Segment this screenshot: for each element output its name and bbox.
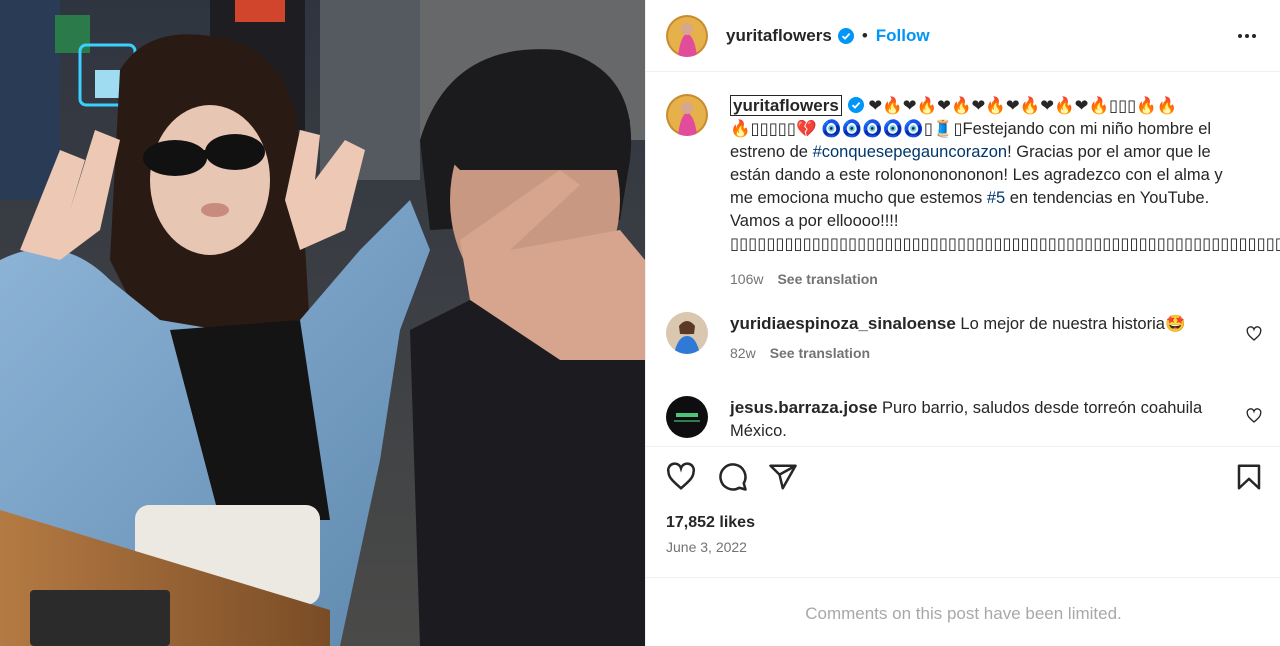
comments-scroll-area[interactable]: yuritaflowers ❤🔥❤🔥❤🔥❤🔥❤🔥❤🔥❤🔥▯▯▯🔥🔥 🔥▯▯▯▯▯…	[646, 72, 1280, 446]
verified-badge-icon	[837, 27, 854, 44]
comment-item: yuridiaespinoza_sinaloense Lo mejor de n…	[666, 312, 1266, 365]
caption-username[interactable]: yuritaflowers	[730, 95, 842, 116]
more-options-icon[interactable]	[1235, 24, 1259, 48]
caption-author-avatar[interactable]	[666, 94, 708, 136]
caption-emoji-line2b: 🧿🧿🧿🧿🧿▯🧵▯	[821, 120, 963, 138]
verified-badge-icon	[847, 97, 864, 113]
post-image	[0, 0, 645, 646]
comment-emoji: 🤩	[1164, 315, 1186, 333]
see-translation-link[interactable]: See translation	[777, 271, 877, 287]
separator-dot: •	[861, 25, 868, 45]
caption-emoji-line1: ❤🔥❤🔥❤🔥❤🔥❤🔥❤🔥❤🔥▯▯▯🔥🔥	[868, 97, 1178, 115]
commenter-avatar[interactable]	[666, 312, 708, 354]
commenter-avatar[interactable]	[666, 396, 708, 438]
author-avatar[interactable]	[666, 14, 708, 57]
post-date: June 3, 2022	[666, 539, 747, 555]
comment-meta: 82w See translation	[730, 342, 1230, 365]
comment-icon[interactable]	[718, 462, 748, 492]
comment-like-heart-icon[interactable]	[1246, 408, 1262, 424]
commenter-username[interactable]: jesus.barraza.jose	[730, 398, 877, 417]
comment-age: 82w	[730, 345, 756, 361]
post-photo[interactable]	[0, 0, 645, 646]
comment-item: jesus.barraza.jose Puro barrio, saludos …	[666, 396, 1266, 443]
caption-text: yuritaflowers ❤🔥❤🔥❤🔥❤🔥❤🔥❤🔥❤🔥▯▯▯🔥🔥 🔥▯▯▯▯▯…	[730, 94, 1280, 291]
commenter-username[interactable]: yuridiaespinoza_sinaloense	[730, 314, 956, 333]
comment-text: Lo mejor de nuestra historia	[955, 315, 1165, 333]
post-header: yuritaflowers • Follow	[646, 0, 1280, 72]
caption-emoji-line2a: 🔥▯▯▯▯▯💔	[730, 120, 817, 138]
post-caption: yuritaflowers ❤🔥❤🔥❤🔥❤🔥❤🔥❤🔥❤🔥▯▯▯🔥🔥 🔥▯▯▯▯▯…	[666, 94, 1280, 291]
caption-meta: 106w See translation	[730, 268, 1250, 291]
comment-body: yuridiaespinoza_sinaloense Lo mejor de n…	[730, 312, 1230, 365]
post-panel: yuritaflowers • Follow yuritaflowers ❤🔥❤	[645, 0, 1280, 646]
comment-body: jesus.barraza.jose Puro barrio, saludos …	[730, 396, 1230, 443]
follow-button[interactable]: Follow	[876, 26, 930, 46]
bookmark-icon[interactable]	[1234, 462, 1264, 492]
share-icon[interactable]	[768, 462, 798, 492]
author-username[interactable]: yuritaflowers	[726, 26, 832, 46]
see-translation-link[interactable]: See translation	[770, 345, 870, 361]
comments-limited-notice: Comments on this post have been limited.	[805, 604, 1122, 623]
hashtag-link[interactable]: #5	[987, 189, 1005, 207]
comment-like-heart-icon[interactable]	[1246, 326, 1262, 342]
caption-age: 106w	[730, 271, 764, 287]
hashtag-link[interactable]: #conquesepegauncorazon	[813, 143, 1008, 161]
likes-count[interactable]: 17,852 likes	[666, 514, 755, 532]
heart-icon[interactable]	[666, 462, 696, 492]
post-actions: 17,852 likes June 3, 2022	[646, 446, 1280, 578]
